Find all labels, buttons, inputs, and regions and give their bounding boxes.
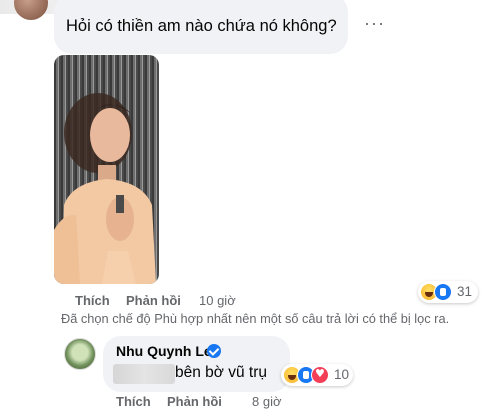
reply-author-avatar[interactable] bbox=[64, 338, 96, 370]
commenter-avatar[interactable] bbox=[14, 0, 48, 20]
reply-text: bên bờ vũ trụ bbox=[175, 364, 268, 381]
reply-action[interactable]: Phản hồi bbox=[167, 394, 222, 409]
redacted-text-block bbox=[113, 364, 175, 384]
comment-actions: Thích Phản hồi 10 giờ bbox=[75, 293, 275, 309]
comment-time[interactable]: 10 giờ bbox=[199, 293, 236, 308]
comment-video-thumbnail[interactable] bbox=[54, 55, 159, 284]
reaction-count: 31 bbox=[457, 284, 473, 299]
more-horizontal-icon[interactable]: ··· bbox=[364, 14, 386, 32]
reply-bubble: Nhu Quynh Le bên bờ vũ trụ bbox=[103, 336, 290, 392]
comment-text: Hỏi có thiền am nào chứa nó không? bbox=[66, 17, 337, 35]
like-reaction-icon bbox=[434, 283, 452, 301]
comment-bubble: Hỏi có thiền am nào chứa nó không? bbox=[54, 0, 348, 54]
reaction-count: 10 bbox=[334, 367, 350, 382]
like-action[interactable]: Thích bbox=[116, 394, 151, 409]
video-frame-illustration bbox=[54, 93, 156, 284]
reply-action[interactable]: Phản hồi bbox=[126, 293, 181, 308]
verified-badge-icon bbox=[207, 344, 221, 358]
comment-reactions[interactable]: 31 bbox=[418, 281, 478, 303]
reply-time[interactable]: 8 giờ bbox=[252, 394, 282, 409]
reply-actions: Thích Phản hồi 8 giờ bbox=[116, 394, 296, 410]
like-action[interactable]: Thích bbox=[75, 293, 110, 308]
filter-notice: Đã chọn chế độ Phù hợp nhất nên một số c… bbox=[61, 311, 450, 326]
reply-author-name[interactable]: Nhu Quynh Le bbox=[116, 343, 212, 359]
reply-reactions[interactable]: 10 bbox=[281, 364, 353, 386]
love-reaction-icon bbox=[311, 366, 329, 384]
